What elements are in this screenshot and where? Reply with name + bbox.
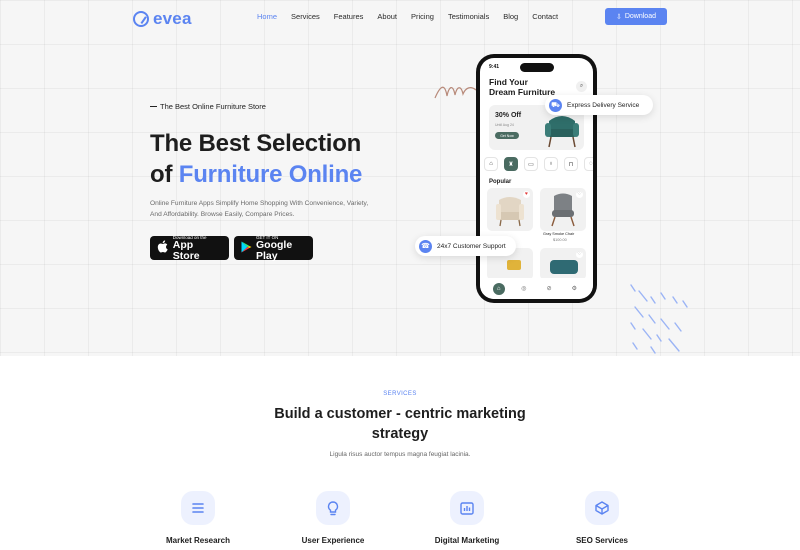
bar-chart-icon: [450, 491, 484, 525]
nav-blog[interactable]: Blog: [503, 12, 518, 22]
heart-icon[interactable]: ♡: [576, 251, 583, 258]
heart-icon[interactable]: ♡: [576, 191, 583, 198]
service-label: SEO Services: [575, 536, 629, 545]
download-label: Download: [624, 13, 656, 20]
promo-discount: 30% Off: [495, 112, 522, 119]
eyebrow-dash: [150, 105, 157, 108]
services-subtitle: Ligula risus auctor tempus magna feugiat…: [329, 451, 471, 458]
download-icon: ⇩: [615, 13, 622, 21]
phone-notch: [520, 63, 554, 72]
download-button[interactable]: ⇩ Download: [605, 8, 667, 25]
compass-icon: [133, 11, 149, 27]
chair-category-icon[interactable]: ♜: [504, 157, 518, 171]
product-card[interactable]: ♡: [540, 188, 586, 231]
category-row: ⌂ ♜ ▭ ♁ ⊓ ◌: [484, 157, 593, 171]
service-card-seo-services[interactable]: SEO Services: [532, 491, 672, 545]
service-card-digital-marketing[interactable]: Digital Marketing: [397, 491, 537, 545]
app-title: Find Your Dream Furniture: [489, 77, 555, 97]
service-card-market-research[interactable]: Market Research: [128, 491, 268, 545]
customer-support-badge: ☎ 24x7 Customer Support: [415, 236, 516, 256]
service-card-user-experience[interactable]: User Experience: [263, 491, 403, 545]
home-tab-icon[interactable]: ⌂: [492, 282, 505, 295]
search-icon[interactable]: ⌕: [576, 81, 587, 92]
delivery-icon: ⛟: [549, 98, 562, 112]
google-play-big: Google Play: [256, 238, 293, 262]
popular-heading: Popular: [489, 179, 512, 185]
sofa-category-icon[interactable]: ⌂: [484, 157, 498, 171]
express-label: Express Delivery Service: [567, 101, 640, 109]
scribble-decoration: [434, 86, 477, 99]
service-label: Market Research: [165, 536, 231, 545]
heart-icon[interactable]: ♥: [523, 191, 530, 198]
product-price: $100.00: [553, 238, 567, 242]
hero-description: Online Furniture Apps Simplify Home Shop…: [150, 200, 369, 218]
google-play-text: GET IT ON Google Play: [256, 235, 306, 262]
promo-button[interactable]: Get Now: [495, 132, 519, 139]
main-nav: Home Services Features About Pricing Tes…: [257, 12, 572, 22]
eyebrow-text: The Best Online Furniture Store: [160, 102, 266, 111]
lightbulb-icon: [316, 491, 350, 525]
nav-home[interactable]: Home: [257, 12, 277, 22]
product-name: Gray Smoke Chair: [543, 232, 575, 236]
lamp-category-icon[interactable]: ♁: [544, 157, 558, 171]
hero-title: The Best Selection of Furniture Online: [150, 128, 362, 190]
express-delivery-badge: ⛟ Express Delivery Service: [545, 95, 653, 115]
promo-date: Until Aug 24: [495, 123, 514, 127]
brand-logo[interactable]: evea: [133, 9, 192, 29]
nav-testimonials[interactable]: Testimonials: [448, 12, 489, 22]
google-play-button[interactable]: GET IT ON Google Play: [234, 235, 313, 262]
brand-name: evea: [153, 9, 192, 28]
lines-decoration: [630, 284, 688, 354]
bottom-tab-bar: ⌂ ◎ ⊘ ⚙: [480, 278, 593, 299]
phone-mockup: 9:41 Find Your Dream Furniture ⌕ 30% Off…: [476, 54, 597, 303]
product-card[interactable]: ♡: [540, 248, 586, 280]
list-icon: [181, 491, 215, 525]
table-category-icon[interactable]: ◌: [584, 157, 593, 171]
app-title-line1: Find Your: [489, 77, 528, 87]
hero-title-prefix: of: [150, 161, 179, 188]
apple-icon: [157, 240, 169, 256]
hero-title-accent: Furniture Online: [178, 161, 363, 188]
support-icon: ☎: [419, 239, 432, 253]
hero-title-line1: The Best Selection: [150, 130, 362, 157]
nav-services[interactable]: Services: [291, 12, 320, 22]
services-eyebrow: SERVICES: [383, 391, 417, 397]
nav-pricing[interactable]: Pricing: [411, 12, 434, 22]
settings-tab-icon[interactable]: ⚙: [568, 283, 580, 295]
bed-category-icon[interactable]: ▭: [524, 157, 538, 171]
services-title: Build a customer - centric marketing str…: [274, 406, 526, 442]
nav-features[interactable]: Features: [334, 12, 364, 22]
nav-contact[interactable]: Contact: [532, 12, 558, 22]
play-store-icon: [241, 241, 252, 256]
service-label: Digital Marketing: [434, 536, 500, 545]
support-label: 24x7 Customer Support: [437, 242, 506, 250]
app-title-line2: Dream Furniture: [489, 87, 556, 97]
app-store-text: Download on the App Store: [173, 235, 222, 262]
cube-icon: [585, 491, 619, 525]
compass-tab-icon[interactable]: ⊘: [543, 283, 555, 295]
lock-category-icon[interactable]: ⊓: [564, 157, 578, 171]
app-store-button[interactable]: Download on the App Store: [150, 235, 229, 262]
hero-eyebrow: The Best Online Furniture Store: [150, 102, 266, 111]
service-label: User Experience: [301, 536, 365, 545]
explore-tab-icon[interactable]: ◎: [518, 283, 530, 295]
product-card[interactable]: ♥: [487, 188, 533, 231]
app-store-big: App Store: [172, 238, 200, 262]
nav-about[interactable]: About: [377, 12, 397, 22]
phone-time: 9:41: [489, 64, 500, 70]
